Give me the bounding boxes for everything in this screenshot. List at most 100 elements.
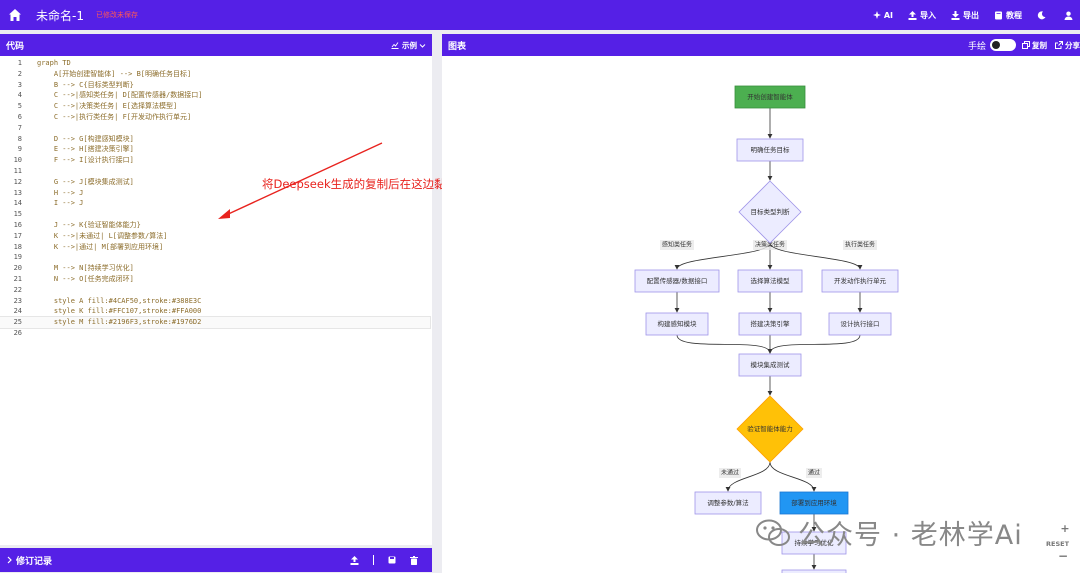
watermark-text: 公众号 · 老林学Ai bbox=[798, 520, 1023, 551]
node-label: 明确任务目标 bbox=[751, 145, 791, 154]
node-label: 设计执行接口 bbox=[841, 319, 880, 328]
line-number: 17 bbox=[13, 231, 22, 240]
account-button[interactable] bbox=[1064, 11, 1076, 20]
code-line[interactable]: 24 style K fill:#FFC107,stroke:#FFA000 bbox=[0, 306, 430, 317]
line-number: 16 bbox=[13, 220, 22, 229]
line-number: 5 bbox=[17, 102, 22, 111]
edge-label: 感知类任务 bbox=[662, 241, 692, 249]
unsaved-hint: 已修改未保存 bbox=[95, 11, 138, 19]
code-line[interactable]: 7 bbox=[0, 123, 430, 134]
node-label: 验证智能体能力 bbox=[747, 424, 793, 433]
book-icon bbox=[995, 11, 1002, 19]
node-label: 开始创建智能体 bbox=[747, 92, 793, 101]
chart-icon bbox=[391, 42, 399, 49]
home-icon[interactable] bbox=[0, 0, 30, 30]
line-number: 1 bbox=[17, 59, 22, 67]
revision-bar[interactable]: 修订记录 bbox=[0, 548, 432, 572]
node-label: 构建感知模块 bbox=[658, 319, 698, 328]
sparkle-icon bbox=[872, 11, 881, 19]
code-line[interactable]: 1 graph TD bbox=[0, 58, 430, 69]
code-line[interactable]: 18 K -->|通过| M[部署到应用环境] bbox=[0, 242, 430, 253]
line-number: 22 bbox=[13, 285, 22, 294]
code-line[interactable]: 4 C -->|感知类任务| D[配置传感器/数据接口] bbox=[0, 90, 430, 101]
code-line[interactable]: 21 N --> O[任务完成闭环] bbox=[0, 274, 430, 285]
code-line[interactable]: 5 C -->|决策类任务| E[选择算法模型] bbox=[0, 101, 430, 112]
node-label: 配置传感器/数据接口 bbox=[647, 276, 708, 285]
zoom-in-button[interactable]: + bbox=[1060, 523, 1069, 534]
flow-edge bbox=[767, 334, 861, 354]
zoom-controls: + bbox=[1058, 523, 1072, 534]
share-button[interactable]: 分享 bbox=[1055, 40, 1080, 51]
import-button[interactable]: 导入 bbox=[908, 10, 936, 21]
divider bbox=[373, 555, 374, 565]
tutorial-button[interactable]: 教程 bbox=[994, 10, 1022, 21]
document-title[interactable]: 未命名-1 bbox=[36, 7, 84, 24]
line-text: style M fill:#2196F3,stroke:#1976D2 bbox=[37, 318, 202, 327]
download-icon bbox=[951, 10, 960, 20]
line-number: 15 bbox=[13, 210, 22, 219]
code-line[interactable]: 20 M --> N[持续学习优化] bbox=[0, 263, 430, 274]
wechat-icon bbox=[756, 519, 790, 546]
line-number: 9 bbox=[17, 145, 22, 154]
line-number: 25 bbox=[13, 318, 22, 327]
share-icon bbox=[1055, 41, 1063, 49]
code-line[interactable]: 19 bbox=[0, 252, 430, 263]
dark-mode-toggle[interactable] bbox=[1037, 10, 1049, 20]
code-line[interactable]: 17 K -->|未通过| L[调整参数/算法] bbox=[0, 231, 430, 242]
hand-drawn-toggle[interactable] bbox=[990, 39, 1016, 51]
node-label: 模块集成测试 bbox=[751, 360, 791, 369]
tutorial-label: 教程 bbox=[1006, 10, 1022, 20]
code-line[interactable]: 6 C -->|执行类任务| F[开发动作执行单元] bbox=[0, 112, 430, 123]
top-bar: 未命名-1 已修改未保存 AI 导入 导出 教程 bbox=[0, 0, 1080, 30]
zoom-out-button[interactable]: − bbox=[1058, 550, 1068, 562]
save-icon bbox=[388, 556, 396, 564]
chart-panel-header: 图表 手绘 复制 分享 bbox=[442, 34, 1080, 56]
share-label: 分享 bbox=[1065, 40, 1080, 50]
line-text: F --> I[设计执行接口] bbox=[37, 156, 134, 165]
line-number: 18 bbox=[13, 242, 22, 251]
code-line[interactable]: 25 style M fill:#2196F3,stroke:#1976D2 bbox=[0, 316, 431, 329]
copy-icon bbox=[1022, 41, 1030, 49]
annotation-text: 将Deepseek生成的复制后在这边黏贴 bbox=[262, 177, 458, 191]
line-text: K -->|未通过| L[调整参数/算法] bbox=[37, 231, 168, 240]
flowchart[interactable]: 感知类任务 决策类任务 执行类任务未通过 通过开始创建智能体明确任务目标目标类型判断配… bbox=[442, 56, 1080, 573]
line-number: 13 bbox=[13, 188, 22, 197]
upload-icon bbox=[350, 555, 359, 565]
line-text: style K fill:#FFC107,stroke:#FFA000 bbox=[37, 307, 202, 316]
line-text: C -->|感知类任务| D[配置传感器/数据接口] bbox=[37, 91, 203, 100]
line-number: 6 bbox=[17, 112, 22, 121]
chart-panel-title: 图表 bbox=[448, 41, 467, 52]
revision-title: 修订记录 bbox=[16, 556, 53, 567]
line-text: D --> G[构建感知模块] bbox=[37, 134, 134, 143]
user-icon bbox=[1064, 11, 1073, 20]
code-line[interactable]: 3 B --> C{目标类型判断} bbox=[0, 80, 430, 91]
trash-icon bbox=[410, 555, 418, 565]
reset-zoom-button[interactable]: RESET bbox=[1046, 540, 1069, 548]
edge-label: 通过 bbox=[808, 469, 820, 477]
node-label: 调整参数/算法 bbox=[707, 498, 749, 507]
examples-dropdown[interactable]: 示例 bbox=[391, 40, 426, 51]
code-editor[interactable]: 1 graph TD 2 A[开始创建智能体] --> B[明确任务目标] 3 B -… bbox=[0, 56, 432, 545]
save-revision-button[interactable] bbox=[388, 556, 396, 564]
node-label: 部署到应用环境 bbox=[791, 498, 837, 507]
ai-button[interactable]: AI bbox=[872, 11, 893, 20]
copy-button[interactable]: 复制 bbox=[1022, 40, 1047, 51]
hand-drawn-label: 手绘 bbox=[967, 41, 986, 52]
edge-label: 未通过 bbox=[721, 469, 739, 477]
line-text: E --> H[搭建决策引擎] bbox=[37, 145, 134, 154]
code-line[interactable]: 26 bbox=[0, 328, 430, 339]
code-line[interactable]: 22 bbox=[0, 285, 430, 296]
edge-label: 执行类任务 bbox=[845, 241, 875, 249]
delete-revision-button[interactable] bbox=[410, 555, 418, 565]
line-text: N --> O[任务完成闭环] bbox=[37, 274, 134, 283]
line-number: 12 bbox=[13, 177, 22, 186]
line-number: 14 bbox=[13, 199, 22, 208]
code-line[interactable]: 2 A[开始创建智能体] --> B[明确任务目标] bbox=[0, 69, 430, 80]
code-line[interactable]: 23 style A fill:#4CAF50,stroke:#388E3C bbox=[0, 296, 430, 307]
export-button[interactable]: 导出 bbox=[951, 10, 979, 21]
line-text: K -->|通过| M[部署到应用环境] bbox=[37, 242, 164, 251]
line-number: 11 bbox=[13, 166, 22, 175]
copy-label: 复制 bbox=[1032, 40, 1047, 50]
upload-revision-button[interactable] bbox=[350, 555, 359, 565]
node-label: 目标类型判断 bbox=[751, 207, 791, 216]
